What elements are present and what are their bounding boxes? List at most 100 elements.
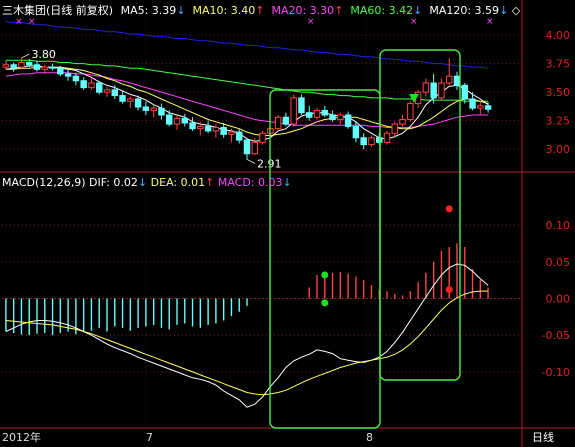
grid-layer bbox=[0, 0, 575, 447]
stock-label: 三木集团(日线 前复权) bbox=[2, 4, 114, 17]
signal-dot bbox=[445, 205, 453, 213]
candle-body bbox=[181, 117, 189, 124]
ma-arrow-icon-0: ↓ bbox=[176, 4, 186, 17]
ma-item-4: MA120: 3.59 bbox=[429, 4, 500, 17]
period-button[interactable]: 日线 bbox=[532, 431, 554, 445]
ma-line-ma120 bbox=[5, 20, 489, 69]
macd-header: MACD(12,26,9) DIF: 0.02↓ DEA: 0.01↑ MACD… bbox=[2, 176, 292, 190]
candle-body bbox=[103, 89, 111, 93]
dea-arrow-icon: ↑ bbox=[205, 176, 215, 189]
candle-body bbox=[298, 97, 305, 114]
candle-body bbox=[189, 122, 196, 130]
axes-layer: 3.00 3.25 3.50 3.75 4.00 0.10 0.05 0.00 -0.05 -0.… bbox=[542, 29, 570, 379]
candle-body bbox=[422, 82, 430, 93]
ma-item-1: MA10: 3.40 bbox=[192, 4, 256, 17]
candle-body bbox=[368, 137, 375, 146]
ma-item-0: MA5: 3.39 bbox=[120, 4, 177, 17]
price-tick-label: 3.25 bbox=[546, 115, 571, 128]
price-tick-label: 3.50 bbox=[546, 86, 571, 99]
signal-dot bbox=[321, 271, 329, 279]
dea-value: DEA: 0.01 bbox=[150, 176, 206, 189]
candle-body bbox=[80, 80, 87, 89]
cross-marker-icon: × bbox=[15, 17, 23, 27]
macd-tick-label: -0.05 bbox=[542, 329, 570, 342]
annotation-pointer bbox=[246, 159, 256, 164]
candle-body bbox=[376, 137, 383, 143]
month-label-8: 8 bbox=[366, 431, 373, 444]
kline-chart: 3.80 2.91 × × × × × 3.00 3.25 3.50 3.75 4.00 0.10 0.… bbox=[0, 0, 575, 447]
candle-body bbox=[399, 119, 406, 125]
ma-arrow-icon-2: ↑ bbox=[334, 4, 344, 17]
candle-body bbox=[484, 105, 492, 110]
candle-body bbox=[18, 61, 25, 68]
candle-body bbox=[166, 114, 173, 125]
dif-arrow-icon: ↓ bbox=[137, 176, 148, 189]
candle-body bbox=[313, 109, 321, 118]
candle-body bbox=[111, 89, 119, 97]
year-label: 2012年 bbox=[2, 431, 41, 444]
ma-item-2: MA20: 3.30 bbox=[271, 4, 335, 17]
macd-tick-label: -0.10 bbox=[542, 366, 570, 379]
candle-body bbox=[119, 95, 126, 102]
month-label-7: 7 bbox=[146, 431, 153, 444]
candle-body bbox=[469, 98, 476, 109]
macd-tick-label: 0.10 bbox=[546, 219, 571, 232]
candle-body bbox=[134, 98, 142, 108]
price-panel: 3.80 2.91 × × × × × bbox=[2, 17, 494, 170]
candle-body bbox=[321, 109, 328, 116]
candle-body bbox=[158, 107, 165, 116]
ma-arrow-icon-3: ↓ bbox=[413, 4, 423, 17]
candle-body bbox=[220, 127, 227, 135]
candle-body bbox=[204, 125, 212, 132]
candle-body bbox=[57, 67, 64, 75]
candle-body bbox=[453, 75, 461, 86]
candle-body bbox=[274, 116, 282, 130]
candle-body bbox=[197, 125, 204, 130]
ma-arrow-icon-4: ↓ bbox=[499, 4, 509, 17]
candle-body bbox=[41, 66, 49, 70]
low-price-label: 2.91 bbox=[257, 157, 282, 170]
candle-body bbox=[212, 127, 220, 132]
candle-body bbox=[228, 131, 235, 135]
cross-marker-icon: × bbox=[486, 17, 494, 27]
price-tick-label: 4.00 bbox=[546, 29, 571, 42]
price-tick-label: 3.75 bbox=[546, 58, 571, 71]
candle-body bbox=[64, 73, 72, 77]
cross-marker-icon: × bbox=[307, 17, 315, 27]
candle-body bbox=[461, 84, 468, 100]
macd-tick-label: 0.05 bbox=[546, 256, 571, 269]
ma-item-3: MA60: 3.42 bbox=[350, 4, 414, 17]
candle-body bbox=[360, 137, 367, 146]
candle-body bbox=[391, 123, 398, 134]
ma-arrow-icon-1: ↑ bbox=[255, 4, 265, 17]
candle-body bbox=[337, 114, 344, 121]
candle-body bbox=[88, 82, 95, 89]
annotation-pointer bbox=[21, 53, 30, 59]
candle-body bbox=[49, 66, 56, 69]
candle-body bbox=[430, 82, 437, 99]
macd-arrow-icon: ↓ bbox=[282, 176, 292, 189]
candle-body bbox=[290, 97, 297, 125]
candle-body bbox=[438, 82, 445, 99]
candle-body bbox=[26, 61, 33, 66]
dea-line bbox=[5, 290, 489, 396]
candle-body bbox=[127, 98, 134, 102]
cross-marker-icon: × bbox=[410, 17, 418, 27]
candle-body bbox=[33, 64, 41, 70]
price-header: 三木集团(日线 前复权) MA5: 3.39↓ MA10: 3.40↑ MA20: … bbox=[2, 4, 520, 18]
macd-tick-label: 0.00 bbox=[546, 292, 571, 305]
signal-dot bbox=[445, 286, 453, 294]
candle-body bbox=[344, 114, 352, 127]
cross-marker-icon: × bbox=[28, 17, 36, 27]
candle-body bbox=[173, 117, 181, 125]
candle-body bbox=[96, 82, 103, 93]
candle-body bbox=[329, 114, 336, 121]
candle-body bbox=[72, 75, 80, 82]
diamond-icon[interactable]: ◇ bbox=[512, 4, 520, 17]
macd-label: MACD(12,26,9) bbox=[2, 176, 86, 189]
candle-body bbox=[251, 141, 259, 155]
candle-body bbox=[446, 75, 453, 84]
candle-body bbox=[236, 131, 243, 141]
macd-value: MACD: 0.03 bbox=[217, 176, 283, 189]
candle-body bbox=[477, 105, 484, 109]
